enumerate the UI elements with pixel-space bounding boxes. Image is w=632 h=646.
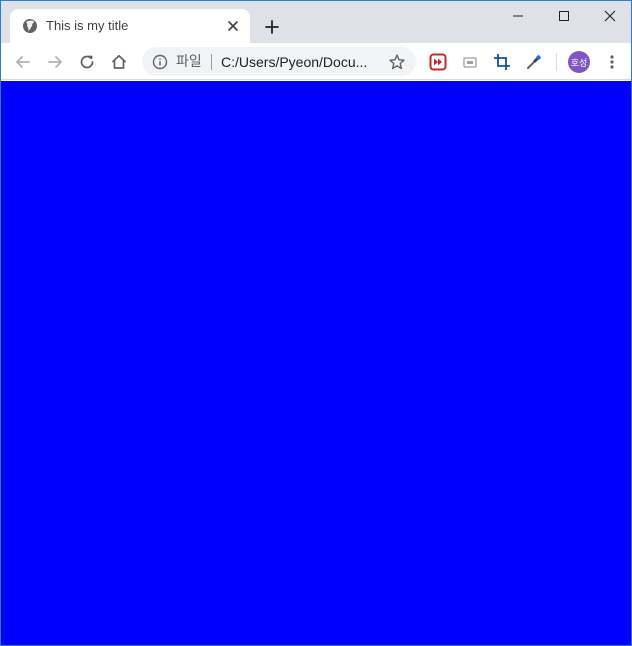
new-tab-plus-icon[interactable] bbox=[261, 16, 283, 38]
reload-button[interactable] bbox=[76, 51, 98, 73]
fast-forward-icon bbox=[429, 53, 447, 71]
url-scheme-label: 파일 bbox=[176, 54, 202, 70]
arrow-left-icon bbox=[16, 56, 30, 68]
extension-eyedropper-button[interactable] bbox=[523, 51, 545, 73]
extension-crop-button[interactable] bbox=[491, 51, 513, 73]
profile-avatar[interactable]: 호성 bbox=[568, 51, 590, 73]
bookmark-star-icon[interactable] bbox=[388, 53, 406, 71]
url-text[interactable]: C:/Users/Pyeon/Docu... bbox=[221, 54, 367, 70]
reload-icon bbox=[80, 55, 94, 69]
extension-fast-forward-button[interactable] bbox=[427, 51, 449, 73]
page-content bbox=[1, 81, 631, 645]
tab-title: This is my title bbox=[46, 18, 129, 33]
arrow-right-icon bbox=[48, 56, 62, 68]
info-icon[interactable] bbox=[152, 54, 168, 70]
window-close-button[interactable] bbox=[587, 1, 631, 31]
browser-toolbar: 파일 C:/Users/Pyeon/Docu... 호성 bbox=[1, 43, 631, 80]
omnibox-separator bbox=[211, 54, 212, 70]
address-bar[interactable]: 파일 C:/Users/Pyeon/Docu... bbox=[142, 47, 416, 76]
screen-icon bbox=[463, 57, 477, 68]
browser-window: This is my title 파일 C:/Users/Pyeon/Docu.… bbox=[0, 0, 632, 646]
maximize-icon bbox=[559, 11, 569, 21]
toolbar-divider bbox=[556, 53, 557, 71]
browser-menu-button[interactable] bbox=[601, 51, 623, 73]
home-icon bbox=[111, 54, 127, 69]
extension-cast-button[interactable] bbox=[459, 51, 481, 73]
crop-icon bbox=[494, 54, 510, 70]
window-minimize-button[interactable] bbox=[495, 1, 541, 31]
globe-icon bbox=[23, 19, 37, 33]
back-button[interactable] bbox=[12, 51, 34, 73]
minimize-icon bbox=[513, 15, 523, 17]
close-icon bbox=[604, 10, 616, 22]
tab-strip: This is my title bbox=[1, 1, 631, 43]
active-tab[interactable]: This is my title bbox=[10, 9, 250, 43]
forward-button[interactable] bbox=[44, 51, 66, 73]
eyedropper-icon bbox=[527, 55, 541, 69]
tab-close-icon[interactable] bbox=[226, 19, 240, 33]
more-vertical-icon bbox=[610, 55, 614, 69]
window-maximize-button[interactable] bbox=[541, 1, 587, 31]
home-button[interactable] bbox=[108, 51, 130, 73]
